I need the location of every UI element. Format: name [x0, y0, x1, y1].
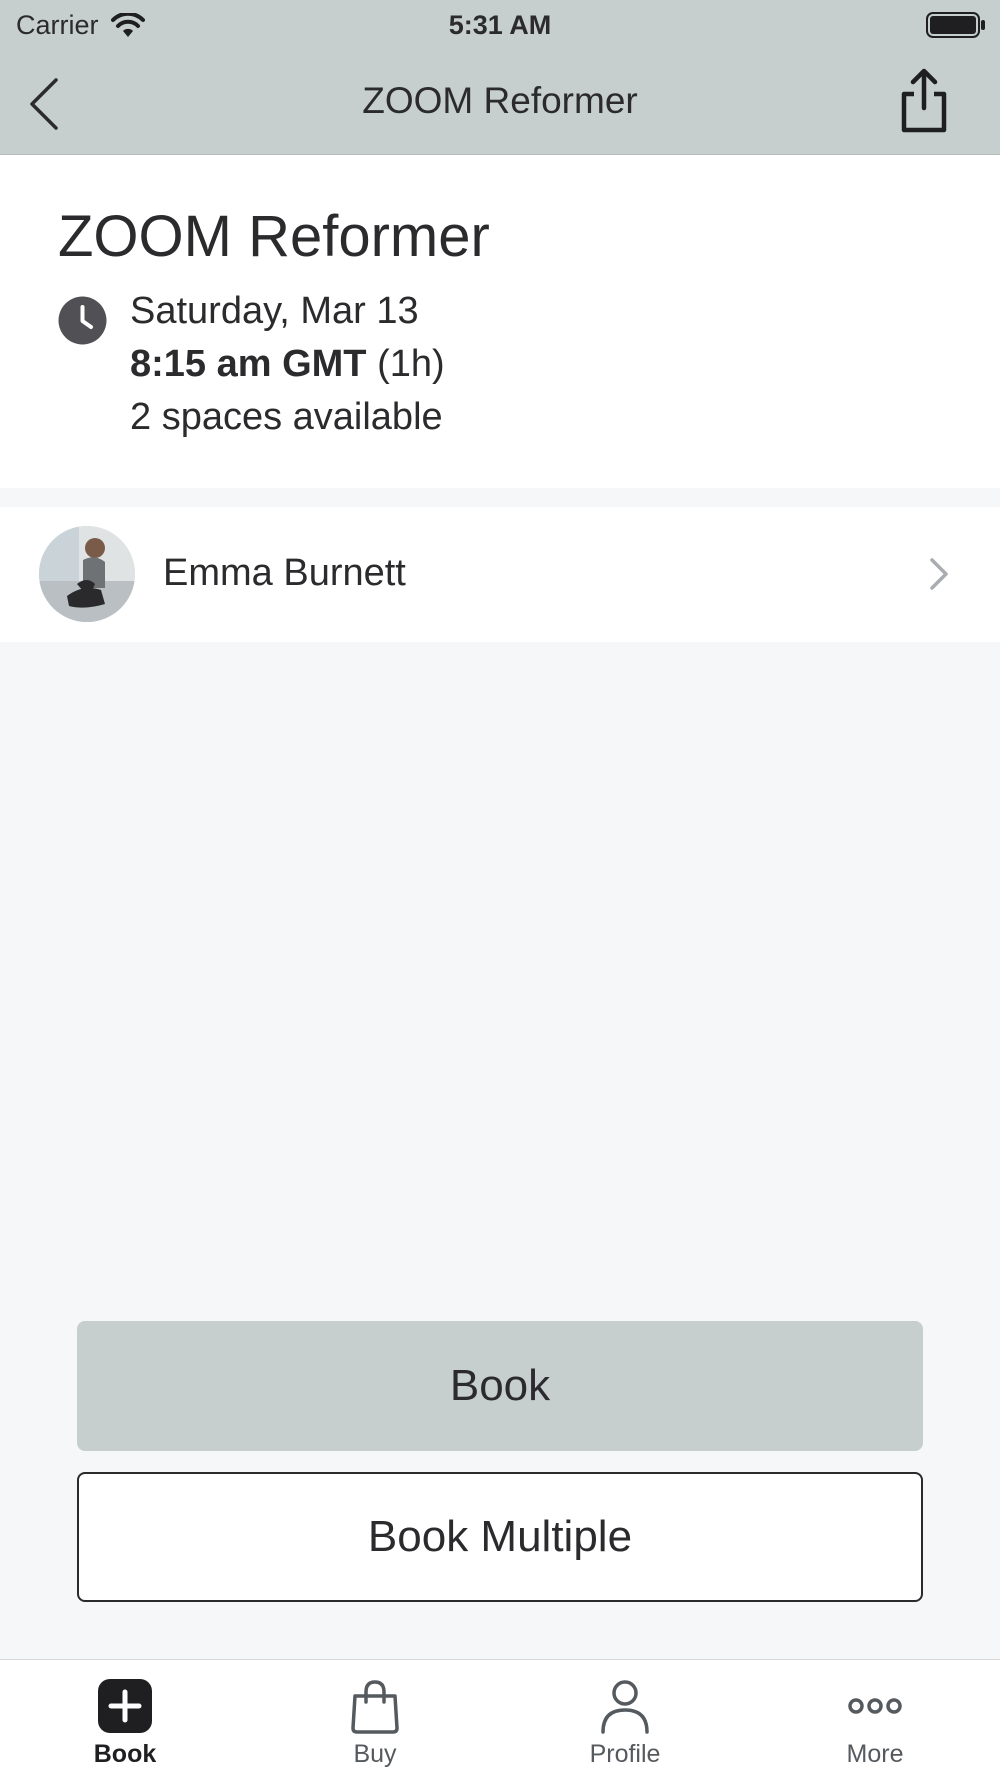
tab-profile-label: Profile [589, 1740, 661, 1768]
tab-book[interactable]: Book [0, 1660, 250, 1778]
book-button[interactable]: Book [77, 1321, 923, 1451]
tab-profile[interactable]: Profile [500, 1660, 750, 1778]
tab-book-label: Book [93, 1740, 157, 1768]
instructor-row[interactable]: Emma Burnett [0, 507, 1000, 642]
class-time: 8:15 am GMT [130, 343, 367, 385]
chevron-right-icon [930, 558, 948, 590]
tab-bar: Book Buy Profile More [0, 1659, 1000, 1778]
book-multiple-button[interactable]: Book Multiple [77, 1472, 923, 1602]
class-date: Saturday, Mar 13 [130, 290, 419, 332]
person-icon [601, 1680, 649, 1734]
tab-more[interactable]: More [750, 1660, 1000, 1778]
more-dots-icon [848, 1698, 902, 1714]
tab-more-label: More [846, 1740, 904, 1768]
class-time-row: 8:15 am GMT (1h) [130, 343, 445, 386]
clock-icon [58, 296, 107, 345]
navigation-bar: ZOOM Reformer [0, 50, 1000, 155]
status-time: 5:31 AM [448, 10, 552, 40]
class-title: ZOOM Reformer [58, 204, 490, 269]
class-duration: (1h) [377, 343, 445, 385]
plus-square-icon [98, 1679, 152, 1733]
tab-buy-label: Buy [353, 1740, 397, 1768]
tab-buy[interactable]: Buy [250, 1660, 500, 1778]
instructor-name: Emma Burnett [163, 552, 406, 594]
class-details-card: ZOOM Reformer Saturday, Mar 13 8:15 am G… [0, 155, 1000, 488]
spaces-available: 2 spaces available [130, 396, 443, 438]
share-icon[interactable] [896, 68, 952, 134]
shopping-bag-icon [351, 1680, 399, 1734]
nav-title: ZOOM Reformer [362, 80, 638, 121]
avatar [39, 526, 135, 622]
battery-icon [926, 12, 985, 38]
status-bar: Carrier 5:31 AM [0, 0, 1000, 50]
